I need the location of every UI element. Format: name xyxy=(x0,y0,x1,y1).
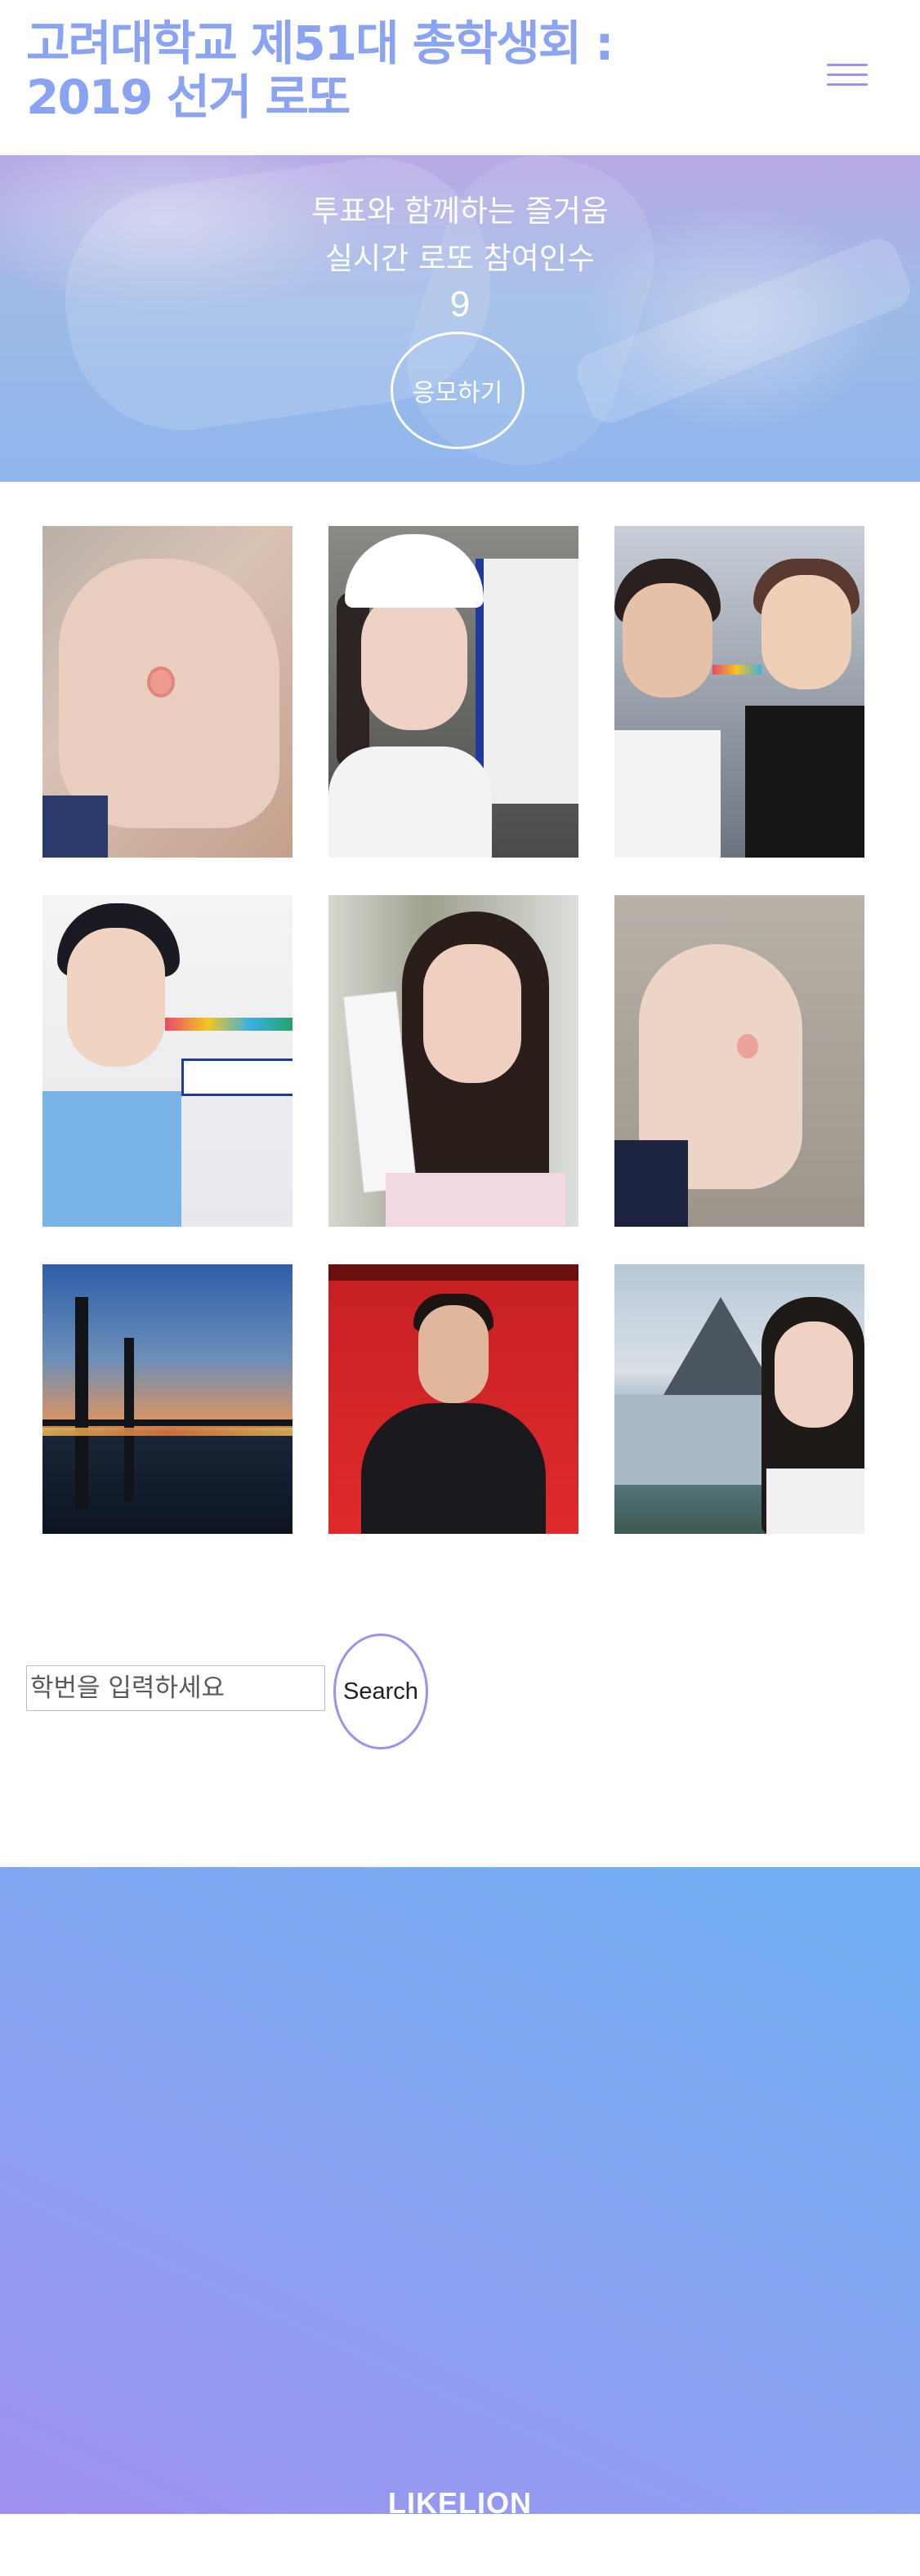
photo-face xyxy=(761,575,851,689)
photo-shirt xyxy=(361,1403,546,1534)
photo-face xyxy=(775,1321,853,1428)
photo-city-lights xyxy=(42,1428,293,1436)
photo-face xyxy=(623,583,712,697)
gallery-photo-city-bridge[interactable] xyxy=(42,1264,293,1534)
photo-cap xyxy=(345,534,484,608)
photo-door-frame xyxy=(328,1264,578,1281)
photo-face xyxy=(361,591,467,730)
hero-banner: 투표와 함께하는 즐거움 실시간 로또 참여인수 9 응모하기 xyxy=(0,155,920,482)
gallery-photo-mountain-selfie[interactable] xyxy=(614,1264,864,1534)
photo-sleeve xyxy=(42,796,108,858)
likelion-logo: LIKELION xyxy=(388,2486,532,2520)
photo-face xyxy=(423,944,521,1083)
hero-participant-label: 실시간 로또 참여인수 xyxy=(325,241,595,276)
photo-vote-stamp xyxy=(737,1034,758,1058)
participant-count: 9 xyxy=(449,284,471,324)
photo-vote-stamp xyxy=(147,666,175,697)
hero-tagline: 투표와 함께하는 즐거움 xyxy=(311,194,609,229)
photo-direction-sign xyxy=(181,1058,293,1096)
gallery-photo-man-sign[interactable] xyxy=(42,895,293,1227)
gallery-photo-woman-box[interactable] xyxy=(328,895,578,1227)
gallery-photo-woman-cap[interactable] xyxy=(328,526,578,858)
photo-lake xyxy=(614,1395,770,1485)
photo-bridge-tower xyxy=(75,1297,88,1509)
footer-gradient xyxy=(0,1867,920,2514)
gallery-photo-hand-stamp-2[interactable] xyxy=(614,895,864,1227)
photo-shirt xyxy=(614,730,721,858)
gallery-photo-man-red-door[interactable] xyxy=(328,1264,578,1534)
student-id-input[interactable] xyxy=(26,1665,325,1711)
site-title[interactable]: 고려대학교 제51대 총학생회 : 2019 선거 로또 xyxy=(26,16,647,124)
photo-shirt xyxy=(766,1468,864,1534)
photo-sign-stripe xyxy=(165,1018,293,1031)
apply-button[interactable]: 응모하기 xyxy=(391,332,525,449)
photo-sign xyxy=(476,559,578,804)
photo-bridge-deck xyxy=(42,1419,293,1426)
photo-mountain-peak xyxy=(663,1297,778,1395)
photo-face xyxy=(67,928,165,1067)
photo-shirt xyxy=(42,1091,181,1227)
photo-shirt xyxy=(386,1173,565,1227)
photo-sign-stripe xyxy=(712,665,761,675)
search-button[interactable]: Search xyxy=(333,1633,428,1749)
site-header: 고려대학교 제51대 총학생회 : 2019 선거 로또 xyxy=(0,0,920,155)
photo-shirt xyxy=(328,747,492,858)
photo-sleeve xyxy=(614,1140,688,1227)
gallery-photo-two-men[interactable] xyxy=(614,526,864,858)
gallery-photo-hand-stamp[interactable] xyxy=(42,526,293,858)
photo-shirt xyxy=(745,706,864,858)
photo-face xyxy=(418,1305,489,1403)
hamburger-menu-icon[interactable] xyxy=(827,59,871,91)
